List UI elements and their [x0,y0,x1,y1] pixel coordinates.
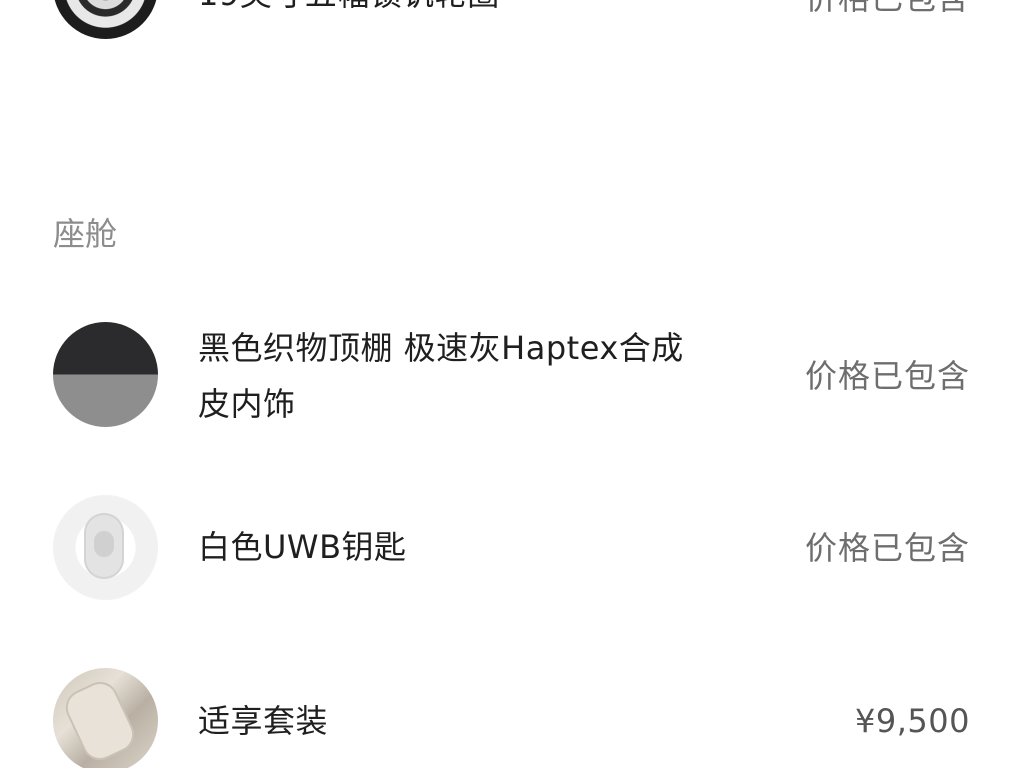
option-row-interior[interactable]: 黑色织物顶棚 极速灰Haptex合成 皮内饰 价格已包含 [0,320,1024,430]
option-title: 19英寸五幅锁钒轮圈 [198,0,500,22]
option-row-key[interactable]: 白色UWB钥匙 价格已包含 [0,495,1024,600]
uwb-key-icon [84,513,124,579]
option-price: 价格已包含 [805,0,970,18]
key-image [53,495,158,600]
option-price: 价格已包含 [804,529,970,567]
seat-icon [62,678,138,764]
section-title-cabin: 座舱 [53,215,118,253]
wheel-image [53,0,158,39]
interior-color-image [53,322,158,427]
option-row-wheel[interactable]: 19英寸五幅锁钒轮圈 价格已包含 [0,0,1024,60]
option-price: ¥9,500 [855,702,970,740]
option-title-line-2: 皮内饰 [198,385,296,423]
option-title: 白色UWB钥匙 [198,528,407,566]
option-row-comfort-package[interactable]: 适享套装 ¥9,500 [0,668,1024,768]
option-title: 适享套装 [198,702,329,740]
comfort-package-image [53,668,158,768]
option-title-line-1: 黑色织物顶棚 极速灰Haptex合成 [198,329,684,367]
option-price: 价格已包含 [804,357,970,395]
